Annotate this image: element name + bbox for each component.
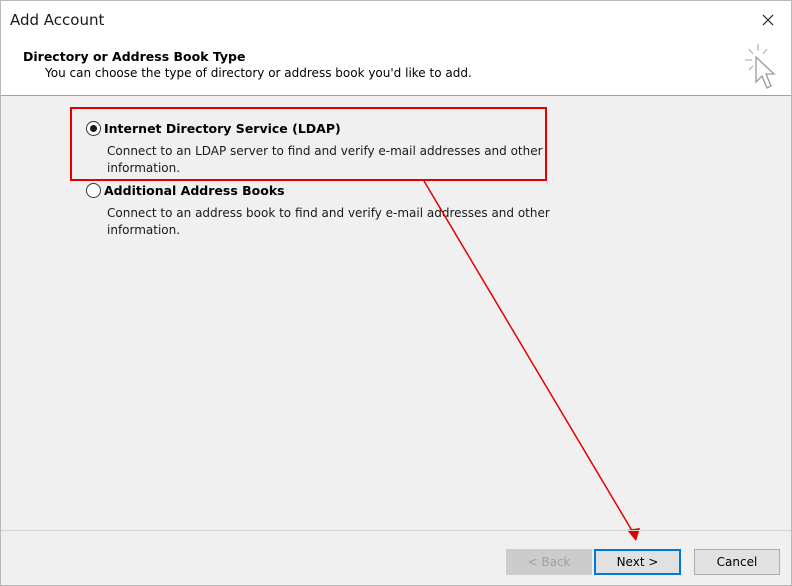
close-button[interactable] <box>745 1 791 39</box>
wizard-header: Directory or Address Book Type You can c… <box>0 38 792 96</box>
header-subtitle: You can choose the type of directory or … <box>45 66 472 80</box>
address-books-option-label: Additional Address Books <box>104 183 285 198</box>
address-books-radio-button[interactable] <box>86 183 101 198</box>
back-button[interactable]: < Back <box>506 549 592 575</box>
cancel-button[interactable]: Cancel <box>694 549 780 575</box>
address-books-option-description: Connect to an address book to find and v… <box>107 206 550 237</box>
next-button[interactable]: Next > <box>594 549 681 575</box>
address-books-radio-option[interactable]: Additional Address Books <box>86 183 285 198</box>
annotation-highlight-box <box>70 107 547 181</box>
title-bar: Add Account <box>0 0 792 38</box>
sparkle-cursor-icon <box>745 44 776 89</box>
close-icon <box>762 14 774 26</box>
window-title: Add Account <box>10 11 105 29</box>
header-title: Directory or Address Book Type <box>23 49 246 64</box>
footer-separator <box>0 530 792 531</box>
